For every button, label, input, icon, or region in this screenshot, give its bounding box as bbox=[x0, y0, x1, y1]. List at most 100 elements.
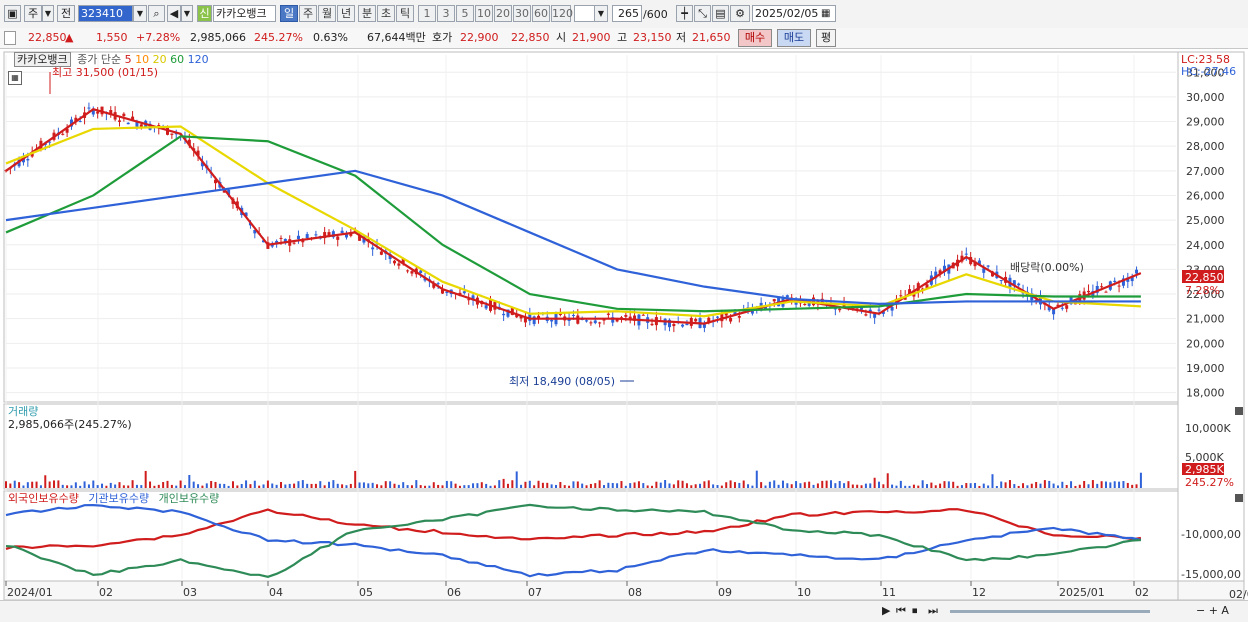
candle-body bbox=[1087, 290, 1091, 293]
gear-icon[interactable]: ⚙ bbox=[730, 5, 750, 22]
legend-ma10[interactable]: 10 bbox=[135, 53, 149, 66]
candle-body bbox=[593, 320, 597, 324]
volume-bar bbox=[930, 482, 933, 488]
price-change: 1,550 bbox=[96, 31, 128, 44]
search-icon[interactable]: ⌕ bbox=[148, 5, 165, 22]
legend-ma5[interactable]: 5 bbox=[125, 53, 132, 66]
interval-60[interactable]: 60 bbox=[532, 5, 550, 22]
volume-bar bbox=[1004, 482, 1007, 488]
dividend-marker: 배당락(0.00%) bbox=[1010, 261, 1084, 274]
interval-120[interactable]: 120 bbox=[551, 5, 573, 22]
volume-panel-close-icon[interactable] bbox=[1235, 407, 1243, 415]
volume-bar bbox=[397, 484, 400, 488]
volume-bar bbox=[485, 483, 488, 488]
tab-day[interactable]: 일 bbox=[280, 5, 298, 22]
volume-bar bbox=[266, 480, 269, 488]
volume-bar bbox=[572, 481, 575, 488]
first-button[interactable]: ⏮ bbox=[896, 604, 906, 618]
list-dropdown-icon[interactable]: ▼ bbox=[181, 5, 193, 22]
code-dropdown-icon[interactable]: ▼ bbox=[133, 5, 147, 22]
table-toggle-icon[interactable]: ▦ bbox=[8, 71, 22, 85]
zoom-controls[interactable]: − + A bbox=[1196, 604, 1229, 617]
volume-bar bbox=[197, 484, 200, 488]
tab-minute[interactable]: 분 bbox=[358, 5, 376, 22]
scroll-right-button[interactable]: ▶ bbox=[882, 604, 890, 617]
x-tick-label: 03 bbox=[183, 586, 197, 599]
quote-window-icon[interactable] bbox=[4, 31, 16, 45]
interval-dropdown-icon[interactable]: ▼ bbox=[594, 5, 608, 22]
window-icon[interactable]: ▣ bbox=[4, 5, 21, 22]
period-dropdown-icon[interactable]: ▼ bbox=[42, 5, 54, 22]
new-badge: 신 bbox=[197, 5, 212, 22]
interval-10[interactable]: 10 bbox=[475, 5, 493, 22]
vol-current-tag: 2,985K bbox=[1185, 463, 1224, 476]
tab-week[interactable]: 주 bbox=[299, 5, 317, 22]
save-icon[interactable]: ▤ bbox=[712, 5, 729, 22]
volume-panel[interactable] bbox=[3, 403, 1179, 490]
low-price: 21,650 bbox=[692, 31, 731, 44]
last-button[interactable]: ⏭ bbox=[928, 604, 938, 618]
volume-bar bbox=[183, 485, 186, 488]
status-bar: ▶ ⏮ ⏹ ⏭ − + A bbox=[0, 600, 1248, 622]
interval-30[interactable]: 30 bbox=[513, 5, 531, 22]
legend-ma60[interactable]: 60 bbox=[170, 53, 184, 66]
tab-tick[interactable]: 틱 bbox=[396, 5, 414, 22]
volume-bar bbox=[598, 480, 601, 488]
tab-month[interactable]: 월 bbox=[318, 5, 336, 22]
high-marker-label: 최고 31,500 (01/15) bbox=[52, 66, 158, 79]
volume-bar bbox=[1126, 482, 1129, 488]
y-tick-label: 24,000 bbox=[1186, 239, 1225, 252]
x-tick-label: 2024/01 bbox=[7, 586, 53, 599]
tab-second[interactable]: 초 bbox=[377, 5, 395, 22]
volume-bar bbox=[114, 484, 117, 488]
stock-name-field[interactable]: 카카오뱅크 bbox=[213, 5, 276, 22]
legend-ma20[interactable]: 20 bbox=[153, 53, 167, 66]
legend-individual[interactable]: 개인보유수량 bbox=[159, 492, 220, 505]
volume-bar bbox=[336, 483, 339, 488]
holdings-panel-close-icon[interactable] bbox=[1235, 494, 1243, 502]
stop-button[interactable]: ⏹ bbox=[912, 604, 918, 618]
chart-area[interactable]: 31,00030,00029,00028,00027,00026,00025,0… bbox=[0, 49, 1248, 601]
calendar-icon[interactable]: ▦ bbox=[821, 8, 830, 19]
interval-20[interactable]: 20 bbox=[494, 5, 512, 22]
x-tick-label: 05 bbox=[359, 586, 373, 599]
interval-1[interactable]: 1 bbox=[418, 5, 436, 22]
interval-3[interactable]: 3 bbox=[437, 5, 455, 22]
tools-icon[interactable]: ⤡ bbox=[694, 5, 711, 22]
y-tick-label: 28,000 bbox=[1186, 140, 1225, 153]
stock-code-input[interactable]: 323410 bbox=[78, 5, 133, 22]
volume-bar bbox=[205, 483, 208, 488]
volume-bar bbox=[306, 483, 309, 488]
candle-body bbox=[502, 313, 506, 316]
volume-bar bbox=[48, 481, 51, 488]
sell-button[interactable]: 매도 bbox=[777, 29, 811, 47]
legend-institution[interactable]: 기관보유수량 bbox=[88, 492, 149, 505]
buy-button[interactable]: 매수 bbox=[738, 29, 772, 47]
price-panel[interactable] bbox=[3, 51, 1179, 403]
volume-bar bbox=[245, 480, 248, 488]
candle-body bbox=[964, 253, 968, 255]
legend-ma120[interactable]: 120 bbox=[188, 53, 209, 66]
candle-body bbox=[340, 230, 344, 234]
period-button-prev[interactable]: 전 bbox=[57, 5, 75, 22]
legend-foreign[interactable]: 외국인보유수량 bbox=[8, 492, 79, 505]
volume-bar bbox=[210, 480, 213, 488]
volume-bar bbox=[1091, 480, 1094, 488]
volume-bar bbox=[293, 483, 296, 488]
volume-bar bbox=[917, 485, 920, 488]
eval-button[interactable]: 평 bbox=[816, 29, 836, 47]
volume-bar bbox=[537, 480, 540, 488]
volume-bar bbox=[22, 485, 25, 488]
volume-bar bbox=[354, 470, 357, 488]
candle-icon[interactable]: ┿ bbox=[676, 5, 693, 22]
tab-year[interactable]: 년 bbox=[337, 5, 355, 22]
interval-5[interactable]: 5 bbox=[456, 5, 474, 22]
period-button-week[interactable]: 주 bbox=[24, 5, 42, 22]
scrollbar[interactable] bbox=[950, 610, 1150, 613]
volume-bar bbox=[603, 485, 606, 488]
volume-bar bbox=[463, 485, 466, 488]
count-input[interactable]: 265 bbox=[612, 5, 642, 22]
volume-bar bbox=[44, 475, 47, 488]
speaker-icon[interactable]: ◀ bbox=[167, 5, 181, 22]
candle-body bbox=[279, 237, 283, 239]
